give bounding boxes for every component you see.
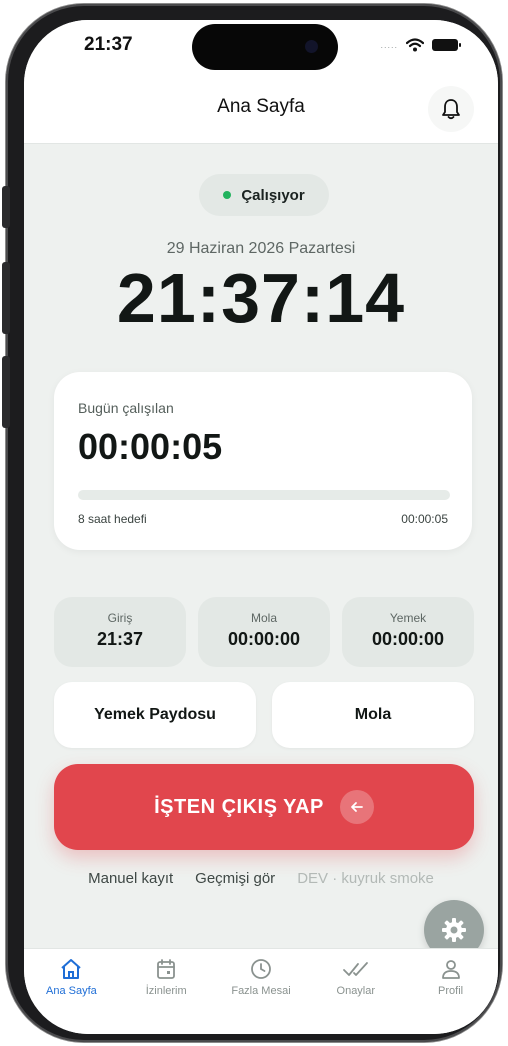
phone-frame: Ana Sayfa 21:37 ..... Çalışıyor 29 Hazir… <box>2 4 502 1042</box>
stat-value: 00:00:00 <box>371 629 445 649</box>
secondary-links: Manuel kayıt Geçmişi gör DEV · kuyruk sm… <box>24 870 498 887</box>
page-title: Ana Sayfa <box>217 96 305 117</box>
notifications-button[interactable] <box>428 86 474 132</box>
worked-today-card: Bugün çalışılan 00:00:05 8 saat hedefi 0… <box>54 372 472 550</box>
tab-label: Fazla Mesai <box>231 985 291 997</box>
volume-down-button <box>2 356 10 428</box>
tab-leaves[interactable]: İzinlerim <box>119 949 214 1034</box>
status-indicators: ..... <box>380 38 461 52</box>
work-status-label: Çalışıyor <box>241 186 305 204</box>
stat-label: Yemek <box>389 611 427 625</box>
meal-break-button[interactable]: Yemek Paydosu <box>54 682 256 748</box>
daily-goal-value: 00:00:05 <box>401 512 448 526</box>
tab-overtime[interactable]: Fazla Mesai <box>214 949 309 1034</box>
tab-label: Ana Sayfa <box>46 985 97 997</box>
user-icon <box>441 960 460 979</box>
current-time-clock: 21:37:14 <box>116 259 406 337</box>
bottom-tab-bar: Ana Sayfa İzinlerim Fazla Mesai Onaylar … <box>24 948 498 1034</box>
clock-out-label: İŞTEN ÇIKIŞ YAP <box>154 795 324 818</box>
action-button <box>2 186 10 228</box>
tab-label: Profil <box>438 985 464 997</box>
work-status-badge: Çalışıyor <box>199 174 329 216</box>
worked-today-label: Bugün çalışılan <box>78 400 174 416</box>
dev-queue-smoke-link[interactable]: DEV · kuyruk smoke <box>297 870 434 887</box>
camera-lens <box>305 40 318 53</box>
calendar-icon <box>157 959 176 979</box>
tab-profile[interactable]: Profil <box>403 949 498 1034</box>
current-date: 29 Haziran 2026 Pazartesi <box>166 240 356 257</box>
tab-label: İzinlerim <box>145 985 187 997</box>
app-screen: Ana Sayfa 21:37 ..... Çalışıyor 29 Hazir… <box>24 20 498 1034</box>
stat-value: 21:37 <box>96 629 144 649</box>
home-icon <box>61 959 82 979</box>
arrow-left-icon <box>339 790 374 824</box>
stat-check-in: Giriş 21:37 <box>54 597 186 667</box>
break-button[interactable]: Mola <box>272 682 474 748</box>
wifi-icon <box>406 38 424 52</box>
double-check-icon <box>342 962 368 976</box>
daily-goal-label: 8 saat hedefi <box>78 512 147 526</box>
view-history-link[interactable]: Geçmişi gör <box>195 870 275 887</box>
clock-icon <box>251 959 271 979</box>
gear-icon <box>442 918 466 942</box>
manual-entry-link[interactable]: Manuel kayıt <box>88 870 173 887</box>
status-bar-time: 21:37 <box>84 34 133 55</box>
stat-meal: Yemek 00:00:00 <box>342 597 474 667</box>
tab-approvals[interactable]: Onaylar <box>308 949 403 1034</box>
status-dot <box>223 191 232 199</box>
dynamic-island <box>192 24 338 70</box>
tab-home[interactable]: Ana Sayfa <box>24 949 119 1034</box>
tab-label: Onaylar <box>336 985 376 997</box>
clock-out-button[interactable]: İŞTEN ÇIKIŞ YAP <box>54 764 474 850</box>
stat-label: Mola <box>250 611 277 625</box>
stat-label: Giriş <box>107 611 133 625</box>
stat-value: 00:00:00 <box>227 629 301 649</box>
signal-icon: ..... <box>380 40 398 50</box>
daily-goal-progress <box>78 490 450 500</box>
bell-icon <box>442 99 460 120</box>
battery-icon <box>432 39 461 51</box>
worked-today-value: 00:00:05 <box>78 426 223 467</box>
volume-up-button <box>2 262 10 334</box>
stat-break: Mola 00:00:00 <box>198 597 330 667</box>
